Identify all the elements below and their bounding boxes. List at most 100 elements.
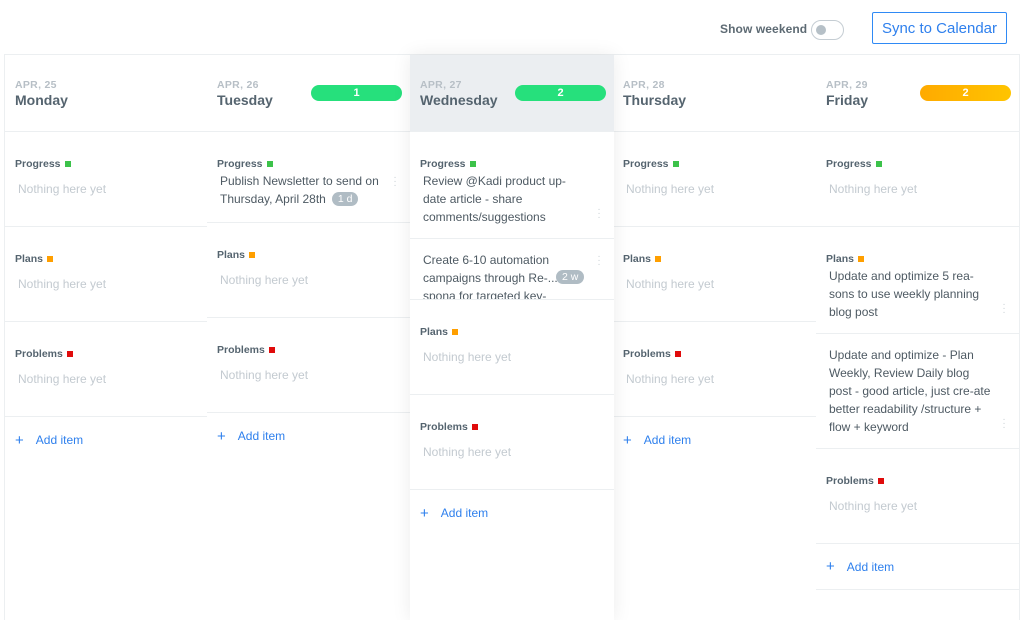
task-text: Review @Kadi product up-date article - s… [423,174,566,224]
task-card[interactable]: Create 6-10 automation campaigns through… [410,239,614,300]
add-item-button[interactable]: + Add item [613,417,816,463]
plans-color-square-icon [249,252,256,258]
more-options-icon[interactable]: · · · [1002,415,1006,433]
plus-icon: + [826,558,835,575]
section-title: Progress [826,158,872,170]
section-plans: Plans Nothing here yet [5,227,207,322]
plans-color-square-icon [858,256,865,262]
day-header: APR, 29 Friday 2 [816,55,1019,132]
section-title: Progress [623,158,669,170]
sync-to-calendar-button[interactable]: Sync to Calendar [872,12,1007,44]
section-title: Progress [217,158,263,170]
section-progress: Progress Nothing here yet [613,132,816,227]
task-card[interactable]: Publish Newsletter to send on Thursday, … [207,170,410,222]
task-text: Update and optimize - Plan Weekly, Revie… [829,348,991,434]
add-item-label: Add item [237,429,286,443]
day-column-tuesday: APR, 26 Tuesday 1 Progress Publish Newsl… [207,55,411,620]
section-problems: Problems Nothing here yet [207,318,410,413]
empty-placeholder: Nothing here yet [423,350,512,364]
empty-placeholder: Nothing here yet [626,372,715,386]
duration-badge: 2 w [556,270,585,284]
add-item-button[interactable]: + Add item [5,417,207,463]
empty-placeholder: Nothing here yet [220,273,309,287]
section-title: Progress [15,158,61,170]
section-title: Problems [826,475,874,487]
toggle-knob [816,25,826,35]
section-title: Plans [15,253,44,265]
day-name: Monday [15,92,68,108]
task-text: Update and optimize 5 rea-sons to use we… [829,269,980,319]
section-title: Plans [826,253,855,265]
section-title: Plans [420,326,449,338]
progress-color-square-icon [672,161,679,167]
add-item-label: Add item [846,559,895,574]
day-header: APR, 28 Thursday [613,55,816,132]
add-item-label: Add item [643,433,692,447]
progress-color-square-icon [469,161,476,167]
section-problems: Problems Nothing here yet [5,322,207,417]
empty-placeholder: Nothing here yet [220,368,309,382]
empty-placeholder: Nothing here yet [18,277,107,291]
plans-color-square-icon [47,256,54,262]
more-options-icon[interactable]: · · · [393,173,397,191]
add-item-button[interactable]: + Add item [410,490,614,536]
section-title: Problems [623,348,671,360]
section-title: Problems [217,344,265,356]
add-item-label: Add item [440,506,489,520]
plans-color-square-icon [452,329,459,335]
section-progress: Progress Nothing here yet [816,132,1019,227]
item-count-badge: 2 [920,85,1011,101]
empty-placeholder: Nothing here yet [829,499,918,513]
task-card[interactable]: Review @Kadi product up-date article - s… [410,170,614,239]
plans-color-square-icon [655,256,662,262]
section-problems: Problems Nothing here yet [410,395,614,490]
day-column-wednesday: APR, 27 Wednesday 2 Progress Review @Kad… [410,55,614,620]
day-date: APR, 25 [15,79,57,91]
problems-color-square-icon [471,424,478,430]
more-options-icon[interactable]: · · · [597,252,601,270]
plus-icon: + [15,431,24,449]
show-weekend-label: Show weekend [720,22,808,36]
progress-color-square-icon [64,161,71,167]
day-column-thursday: APR, 28 Thursday Progress Nothing here y… [613,55,817,620]
section-progress: Progress Review @Kadi product up-date ar… [410,132,614,300]
section-plans: Plans Nothing here yet [410,300,614,395]
section-problems: Problems Nothing here yet [613,322,816,417]
add-item-button[interactable]: + Add item [816,544,1019,590]
section-progress: Progress Publish Newsletter to send on T… [207,132,410,223]
problems-color-square-icon [877,478,884,484]
add-item-button[interactable]: + Add item [207,413,410,459]
plus-icon: + [623,431,632,449]
duration-badge: 1 d [331,192,359,206]
more-options-icon[interactable]: · · · [597,205,601,223]
empty-placeholder: Nothing here yet [18,372,107,386]
task-text: Create 6-10 automation campaigns through… [423,253,558,299]
item-count-badge: 2 [515,85,606,101]
empty-placeholder: Nothing here yet [18,182,107,196]
plus-icon: + [217,427,226,445]
problems-color-square-icon [268,347,275,353]
section-title: Problems [15,348,63,360]
week-board: APR, 25 Monday Progress Nothing here yet… [4,54,1020,620]
day-header: APR, 27 Wednesday 2 [410,55,614,132]
section-progress: Progress Nothing here yet [5,132,207,227]
section-title: Plans [623,253,652,265]
problems-color-square-icon [66,351,73,357]
progress-color-square-icon [875,161,882,167]
section-plans: Plans Nothing here yet [613,227,816,322]
section-plans: Plans Nothing here yet [207,223,410,318]
show-weekend-toggle[interactable] [811,20,844,40]
problems-color-square-icon [674,351,681,357]
task-card[interactable]: Update and optimize - Plan Weekly, Revie… [816,334,1019,448]
empty-placeholder: Nothing here yet [626,182,715,196]
section-title: Progress [420,158,466,170]
section-title: Plans [217,249,246,261]
plus-icon: + [420,504,429,522]
empty-placeholder: Nothing here yet [829,182,918,196]
task-card[interactable]: Update and optimize 5 rea-sons to use we… [816,265,1019,334]
day-date: APR, 28 [623,79,665,91]
section-plans: Plans Update and optimize 5 rea-sons to … [816,227,1019,449]
more-options-icon[interactable]: · · · [1002,300,1006,318]
empty-placeholder: Nothing here yet [626,277,715,291]
day-column-monday: APR, 25 Monday Progress Nothing here yet… [4,55,208,620]
